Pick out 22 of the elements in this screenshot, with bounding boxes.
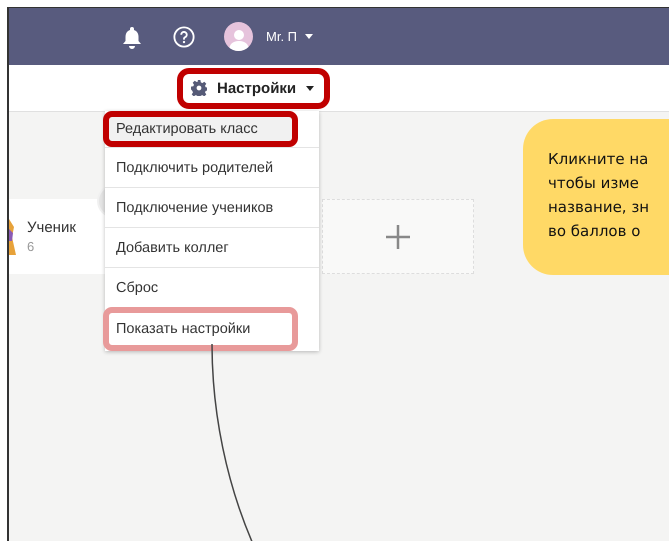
student-points: 6 (27, 239, 36, 254)
user-menu-button[interactable]: Mr. П (266, 29, 314, 44)
gear-icon (191, 80, 207, 96)
menu-item[interactable]: Сброс (105, 267, 319, 307)
menu-item[interactable]: Подключение учеников (105, 187, 319, 227)
help-icon[interactable] (173, 24, 195, 48)
hint-text: название, зн (548, 197, 650, 218)
hint-text: чтобы изме (548, 173, 640, 194)
hint-text: Кликните на (548, 149, 650, 170)
user-avatar[interactable] (224, 22, 253, 51)
student-name: Ученик (27, 219, 76, 236)
menu-item[interactable]: Редактировать класс (103, 111, 298, 147)
caret-icon (306, 86, 314, 90)
plus-icon (384, 222, 412, 250)
menu-item[interactable]: Подключить родителей (105, 147, 319, 187)
menu-item[interactable]: Добавить коллег (105, 227, 319, 267)
hint-text: во баллов о (548, 221, 642, 242)
caret-icon (305, 34, 314, 39)
student-card[interactable]: Ученик 6 (9, 199, 106, 274)
settings-button[interactable]: Настройки (183, 74, 324, 102)
bell-icon[interactable] (121, 24, 143, 48)
menu-item[interactable]: Показать настройки (103, 307, 298, 351)
